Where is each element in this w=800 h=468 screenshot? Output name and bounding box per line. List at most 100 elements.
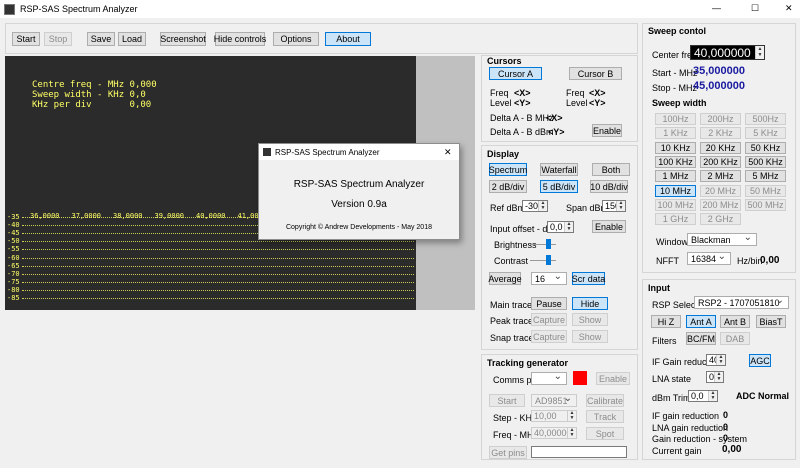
ant-a-button[interactable]: Ant A: [686, 315, 716, 328]
if-gain-reduction-input[interactable]: 40 ▲ ▼: [706, 354, 726, 366]
cursor-b-button[interactable]: Cursor B: [569, 67, 622, 80]
average-select[interactable]: 16: [531, 271, 567, 285]
tracking-start-button[interactable]: Start: [489, 394, 525, 407]
5db-div-button[interactable]: 5 dB/div: [540, 180, 578, 193]
contrast-slider-thumb[interactable]: [546, 255, 551, 265]
sweep-width-button[interactable]: 2 MHz: [700, 170, 741, 183]
tracking-enable-button[interactable]: Enable: [596, 372, 630, 385]
sweep-width-button[interactable]: 10 MHz: [655, 184, 696, 197]
sweep-width-button[interactable]: 10 KHz: [655, 141, 696, 154]
sweep-width-button[interactable]: 2 GHz: [700, 213, 741, 226]
window-select[interactable]: Blackman: [687, 232, 757, 246]
main-pause-button[interactable]: Pause: [531, 297, 567, 310]
scr-data-button[interactable]: Scr data: [572, 272, 605, 285]
comms-port-select[interactable]: [531, 371, 567, 385]
sweep-width-button[interactable]: 100 KHz: [655, 155, 696, 168]
center-freq-input[interactable]: 40,000000 ▲ ▼: [690, 45, 765, 60]
dab-button[interactable]: DAB: [720, 332, 750, 345]
freq-spin-icon[interactable]: ▲ ▼: [567, 428, 576, 438]
sweep-width-button[interactable]: 100 MHz: [655, 198, 696, 211]
khz-per-div-readout: KHz per div 0,00: [32, 100, 152, 110]
sweep-width-button[interactable]: 200 KHz: [700, 155, 741, 168]
spot-button[interactable]: Spot: [586, 427, 624, 440]
grid-line: [22, 249, 414, 251]
dbm-trim-spin-icon[interactable]: ▲ ▼: [708, 391, 717, 401]
ref-dbm-input[interactable]: -30 ▲ ▼: [522, 200, 548, 212]
save-button[interactable]: Save: [87, 32, 115, 46]
sweep-width-button[interactable]: 200 MHz: [700, 198, 741, 211]
contrast-slider-track[interactable]: [530, 260, 556, 261]
average-button[interactable]: Average: [488, 272, 522, 285]
maximize-button[interactable]: ☐: [751, 3, 759, 14]
hi-z-button[interactable]: Hi Z: [651, 315, 681, 328]
sweep-width-button[interactable]: 5 KHz: [745, 127, 786, 140]
span-dbm-input[interactable]: 150 ▲ ▼: [602, 200, 626, 212]
grid-line: [22, 257, 414, 259]
spectrum-button[interactable]: Spectrum: [489, 163, 527, 176]
sweep-width-button[interactable]: 20 MHz: [700, 184, 741, 197]
waterfall-button[interactable]: Waterfall: [540, 163, 578, 176]
snap-show-button[interactable]: Show: [572, 330, 608, 343]
close-button[interactable]: ✕: [785, 3, 793, 14]
sweep-width-button[interactable]: 1 MHz: [655, 170, 696, 183]
stop-mhz-label: Stop - MHz: [652, 83, 698, 93]
about-dialog-close[interactable]: ✕: [444, 147, 452, 158]
sweep-width-button[interactable]: 5 MHz: [745, 170, 786, 183]
sweep-width-button[interactable]: 50 KHz: [745, 141, 786, 154]
ref-dbm-spin-icon[interactable]: ▲ ▼: [538, 201, 547, 211]
sweep-width-button[interactable]: 500Hz: [745, 113, 786, 125]
if-gain-spin-icon[interactable]: ▲ ▼: [716, 355, 725, 365]
stop-button[interactable]: Stop: [44, 32, 72, 46]
freq-mhz-input[interactable]: 40,000000 ▲ ▼: [531, 427, 577, 439]
hide-controls-button[interactable]: Hide controls: [214, 32, 266, 46]
lna-spin-icon[interactable]: ▲ ▼: [714, 372, 723, 382]
10db-div-button[interactable]: 10 dB/div: [590, 180, 628, 193]
sweep-width-button[interactable]: 500 MHz: [745, 198, 786, 211]
brightness-slider-thumb[interactable]: [546, 239, 551, 249]
lna-state-input[interactable]: 0 ▲ ▼: [706, 371, 724, 383]
center-freq-spin-icon[interactable]: ▲ ▼: [755, 46, 764, 59]
main-hide-button[interactable]: Hide: [572, 297, 608, 310]
dbm-trim-input[interactable]: 0,0 ▲ ▼: [688, 390, 718, 402]
bc-fm-button[interactable]: BC/FM: [686, 332, 716, 345]
about-button[interactable]: About: [325, 32, 371, 46]
get-pins-button[interactable]: Get pins: [489, 446, 527, 459]
step-spin-icon[interactable]: ▲ ▼: [567, 411, 576, 421]
pins-input[interactable]: [531, 446, 627, 458]
agc-button[interactable]: AGC: [749, 354, 771, 367]
both-button[interactable]: Both: [592, 163, 630, 176]
sweep-width-button[interactable]: 500 KHz: [745, 155, 786, 168]
nfft-select[interactable]: 16384: [687, 251, 731, 265]
minimize-button[interactable]: —: [712, 3, 721, 13]
rsp-select[interactable]: RSP2 - 1707051810: [694, 295, 789, 309]
screenshot-button[interactable]: Screenshot: [160, 32, 206, 46]
load-button[interactable]: Load: [118, 32, 146, 46]
peak-show-button[interactable]: Show: [572, 313, 608, 326]
span-dbm-spin-icon[interactable]: ▲ ▼: [616, 201, 625, 211]
cursor-a-button[interactable]: Cursor A: [489, 67, 542, 80]
input-offset-spin-icon[interactable]: ▲ ▼: [564, 222, 573, 232]
cursor-enable-button[interactable]: Enable: [592, 124, 622, 137]
sweep-width-button[interactable]: 1 KHz: [655, 127, 696, 140]
peak-capture-button[interactable]: Capture: [531, 313, 567, 326]
input-offset-input[interactable]: 0,0 ▲ ▼: [547, 221, 574, 233]
sweep-width-button[interactable]: 100Hz: [655, 113, 696, 125]
bias-t-button[interactable]: BiasT: [756, 315, 786, 328]
sweep-width-button[interactable]: 2 KHz: [700, 127, 741, 140]
step-khz-input[interactable]: 10,00 ▲ ▼: [531, 410, 577, 422]
offset-enable-button[interactable]: Enable: [592, 220, 626, 233]
brightness-slider-track[interactable]: [530, 244, 556, 245]
sweep-width-button[interactable]: 200Hz: [700, 113, 741, 125]
snap-capture-button[interactable]: Capture: [531, 330, 567, 343]
start-button[interactable]: Start: [12, 32, 40, 46]
centre-freq-readout: Centre freq - MHz 0,000: [32, 80, 157, 90]
sweep-width-button[interactable]: 1 GHz: [655, 213, 696, 226]
ant-b-button[interactable]: Ant B: [720, 315, 750, 328]
calibrate-button[interactable]: Calibrate: [586, 394, 624, 407]
2db-div-button[interactable]: 2 dB/div: [489, 180, 527, 193]
options-button[interactable]: Options: [273, 32, 319, 46]
sweep-width-button[interactable]: 50 MHz: [745, 184, 786, 197]
track-button[interactable]: Track: [586, 410, 624, 423]
ad-chip-select[interactable]: AD9851: [531, 393, 577, 407]
sweep-width-button[interactable]: 20 KHz: [700, 141, 741, 154]
